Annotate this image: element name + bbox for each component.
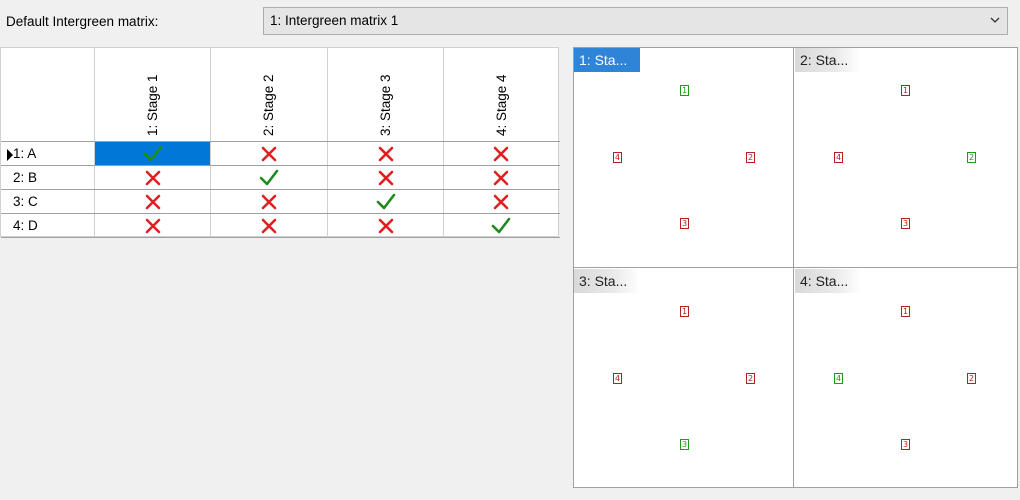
signal-group-3-icon: 3 (680, 218, 689, 229)
checkmark-icon (259, 169, 278, 185)
stage-diagram-3[interactable]: 3: Sta... 1 2 3 4 (574, 269, 795, 489)
cross-icon (145, 194, 160, 209)
matrix-cell[interactable] (328, 190, 443, 213)
stage-diagram-1[interactable]: 1: Sta... 1 2 3 4 (574, 48, 795, 268)
column-header-label: 3: Stage 3 (378, 74, 393, 136)
signal-group-2-icon: 2 (746, 152, 755, 163)
signal-group-2-icon: 2 (746, 373, 755, 384)
cross-icon (378, 218, 393, 233)
row-header-3[interactable]: 3: C (1, 190, 94, 214)
chevron-down-icon (990, 17, 1000, 23)
matrix-cell[interactable] (95, 190, 210, 213)
column-header-stage-3[interactable]: 3: Stage 3 (327, 48, 443, 142)
signal-group-2-icon: 2 (967, 152, 976, 163)
cross-icon (378, 146, 393, 161)
signal-group-4-icon: 4 (613, 373, 622, 384)
cross-icon (493, 146, 509, 161)
column-header-stage-1[interactable]: 1: Stage 1 (94, 48, 210, 142)
row-header-1[interactable]: 1: A (1, 142, 94, 166)
signal-group-4-icon: 4 (834, 152, 843, 163)
cross-icon (378, 170, 393, 185)
matrix-cell[interactable] (444, 142, 558, 165)
column-header-label: 4: Stage 4 (494, 74, 509, 136)
stage-diagram-2[interactable]: 2: Sta... 1 2 3 4 (795, 48, 1016, 268)
matrix-cell[interactable] (328, 142, 443, 165)
cross-icon (261, 194, 276, 209)
stage-tab-label[interactable]: 1: Sta... (574, 48, 640, 72)
stage-diagrams-panel: 1: Sta... 1 2 3 4 2: Sta... 1 2 3 4 3: Sta... 1 2 3 4 4… (573, 47, 1018, 488)
matrix-cell[interactable] (444, 190, 558, 213)
matrix-cell[interactable] (328, 214, 443, 237)
signal-group-1-icon: 1 (901, 306, 910, 317)
matrix-cell[interactable] (211, 142, 326, 165)
stage-tab-label[interactable]: 4: Sta... (795, 269, 861, 293)
row-header-label: 3: C (13, 194, 38, 209)
matrix-cell[interactable] (95, 142, 210, 165)
row-header-label: 4: D (13, 218, 38, 233)
signal-group-3-icon: 3 (680, 439, 689, 450)
cross-icon (493, 194, 509, 209)
cross-icon (261, 218, 276, 233)
signal-group-1-icon: 1 (680, 306, 689, 317)
signal-group-2-icon: 2 (967, 373, 976, 384)
matrix-cell[interactable] (211, 214, 326, 237)
cross-icon (145, 170, 160, 185)
row-header-label: 2: B (13, 170, 38, 185)
signal-group-4-icon: 4 (834, 373, 843, 384)
matrix-cell[interactable] (211, 166, 326, 189)
checkmark-icon (143, 145, 162, 161)
signal-group-3-icon: 3 (901, 218, 910, 229)
matrix-cell[interactable] (444, 214, 558, 237)
row-header-label: 1: A (13, 146, 37, 161)
matrix-cell[interactable] (211, 190, 326, 213)
column-header-label: 1: Stage 1 (145, 74, 160, 136)
dropdown-selected-value: 1: Intergreen matrix 1 (270, 13, 399, 28)
matrix-cell[interactable] (95, 214, 210, 237)
column-header-stage-2[interactable]: 2: Stage 2 (210, 48, 326, 142)
stage-diagram-4[interactable]: 4: Sta... 1 2 3 4 (795, 269, 1016, 489)
column-header-label: 2: Stage 2 (261, 74, 276, 136)
checkmark-icon (376, 193, 395, 209)
cross-icon (261, 146, 276, 161)
stage-tab-label[interactable]: 2: Sta... (795, 48, 861, 72)
signal-group-4-icon: 4 (613, 152, 622, 163)
matrix-cell[interactable] (328, 166, 443, 189)
matrix-cell[interactable] (95, 166, 210, 189)
row-header-2[interactable]: 2: B (1, 166, 94, 190)
intergreen-matrix-dropdown[interactable]: 1: Intergreen matrix 1 (263, 7, 1008, 35)
default-matrix-label: Default Intergreen matrix: (6, 14, 159, 29)
stage-tab-label[interactable]: 3: Sta... (574, 269, 640, 293)
matrix-cell[interactable] (444, 166, 558, 189)
intergreen-matrix-grid: 1: Stage 1 2: Stage 2 3: Stage 3 4: Stage 4… (0, 47, 560, 238)
signal-group-1-icon: 1 (680, 85, 689, 96)
cross-icon (145, 218, 160, 233)
signal-group-3-icon: 3 (901, 439, 910, 450)
checkmark-icon (491, 217, 511, 233)
column-header-stage-4[interactable]: 4: Stage 4 (443, 48, 559, 142)
cross-icon (493, 170, 509, 185)
row-header-4[interactable]: 4: D (1, 214, 94, 238)
signal-group-1-icon: 1 (901, 85, 910, 96)
